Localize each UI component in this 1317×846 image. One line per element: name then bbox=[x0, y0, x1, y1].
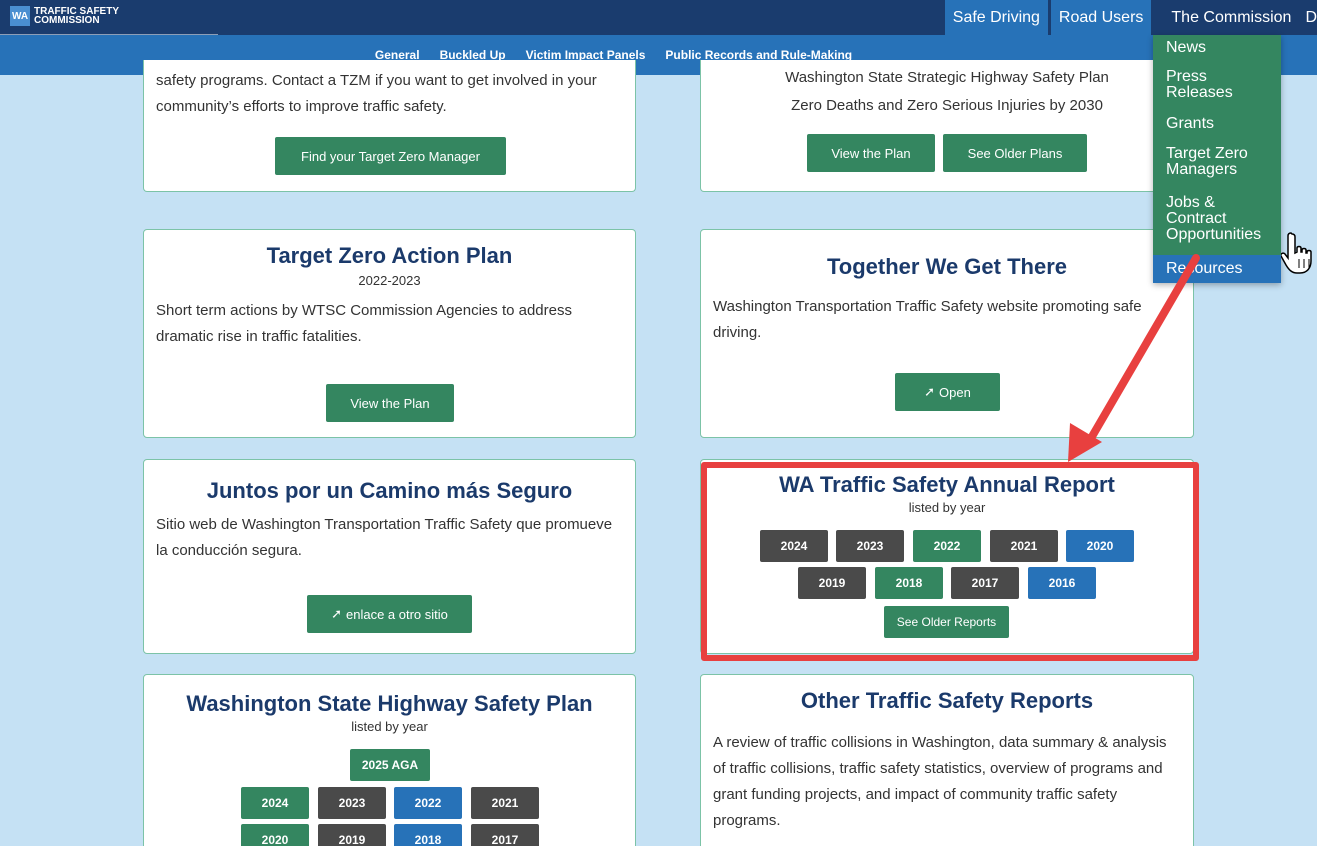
pointer-hand-icon bbox=[1281, 232, 1312, 274]
annotation-arrow bbox=[1068, 254, 1200, 462]
